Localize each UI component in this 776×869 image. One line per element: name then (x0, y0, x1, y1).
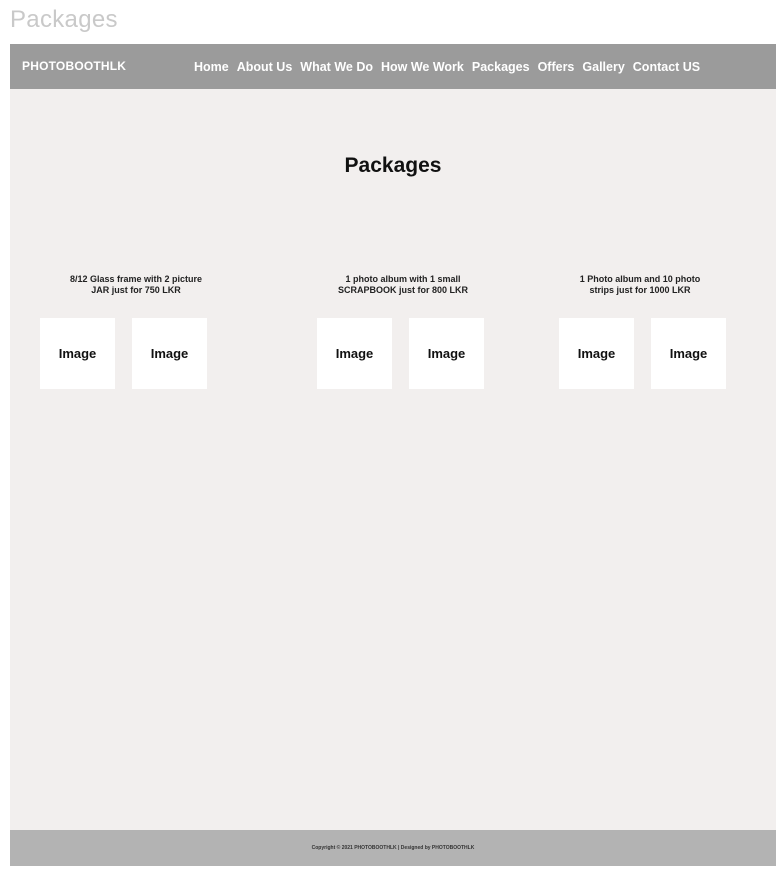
package-description-line: 8/12 Glass frame with 2 picture (69, 274, 203, 284)
navbar: PHOTOBOOTHLK Home About Us What We Do Ho… (10, 44, 776, 89)
image-row: Image Image (303, 318, 503, 389)
image-placeholder: Image (40, 318, 115, 389)
nav-link-what-we-do[interactable]: What We Do (300, 60, 373, 74)
package-card: 1 Photo album and 10 photo strips just f… (540, 274, 740, 389)
footer: Copyright © 2021 PHOTOBOOTHLK | Designed… (10, 830, 776, 866)
package-description-line: strips just for 1000 LKR (589, 285, 691, 295)
nav-link-how-we-work[interactable]: How We Work (381, 60, 464, 74)
package-description-line: SCRAPBOOK just for 800 LKR (337, 285, 469, 295)
footer-copyright: Copyright © 2021 PHOTOBOOTHLK | Designed… (311, 845, 475, 851)
page: PHOTOBOOTHLK Home About Us What We Do Ho… (10, 44, 776, 866)
nav-links: Home About Us What We Do How We Work Pac… (194, 44, 700, 89)
page-title: Packages (344, 154, 442, 177)
package-description-line: 1 Photo album and 10 photo (579, 274, 701, 284)
image-placeholder: Image (317, 318, 392, 389)
nav-link-packages[interactable]: Packages (472, 60, 530, 74)
brand-logo[interactable]: PHOTOBOOTHLK (22, 44, 126, 89)
frame-label: Packages (10, 6, 118, 33)
image-placeholder: Image (651, 318, 726, 389)
nav-link-contact-us[interactable]: Contact US (633, 60, 700, 74)
image-row: Image Image (540, 318, 740, 389)
package-description-line: 1 photo album with 1 small (345, 274, 461, 284)
image-placeholder: Image (409, 318, 484, 389)
package-card: 1 photo album with 1 small SCRAPBOOK jus… (303, 274, 503, 389)
image-placeholder: Image (132, 318, 207, 389)
package-description-line: JAR just for 750 LKR (91, 285, 181, 295)
image-row: Image Image (36, 318, 236, 389)
package-description: 1 photo album with 1 small SCRAPBOOK jus… (303, 274, 503, 296)
nav-link-about-us[interactable]: About Us (237, 60, 293, 74)
package-card: 8/12 Glass frame with 2 picture JAR just… (36, 274, 236, 389)
nav-link-offers[interactable]: Offers (538, 60, 575, 74)
nav-link-gallery[interactable]: Gallery (582, 60, 624, 74)
package-description: 8/12 Glass frame with 2 picture JAR just… (36, 274, 236, 296)
package-description: 1 Photo album and 10 photo strips just f… (540, 274, 740, 296)
image-placeholder: Image (559, 318, 634, 389)
nav-link-home[interactable]: Home (194, 60, 229, 74)
